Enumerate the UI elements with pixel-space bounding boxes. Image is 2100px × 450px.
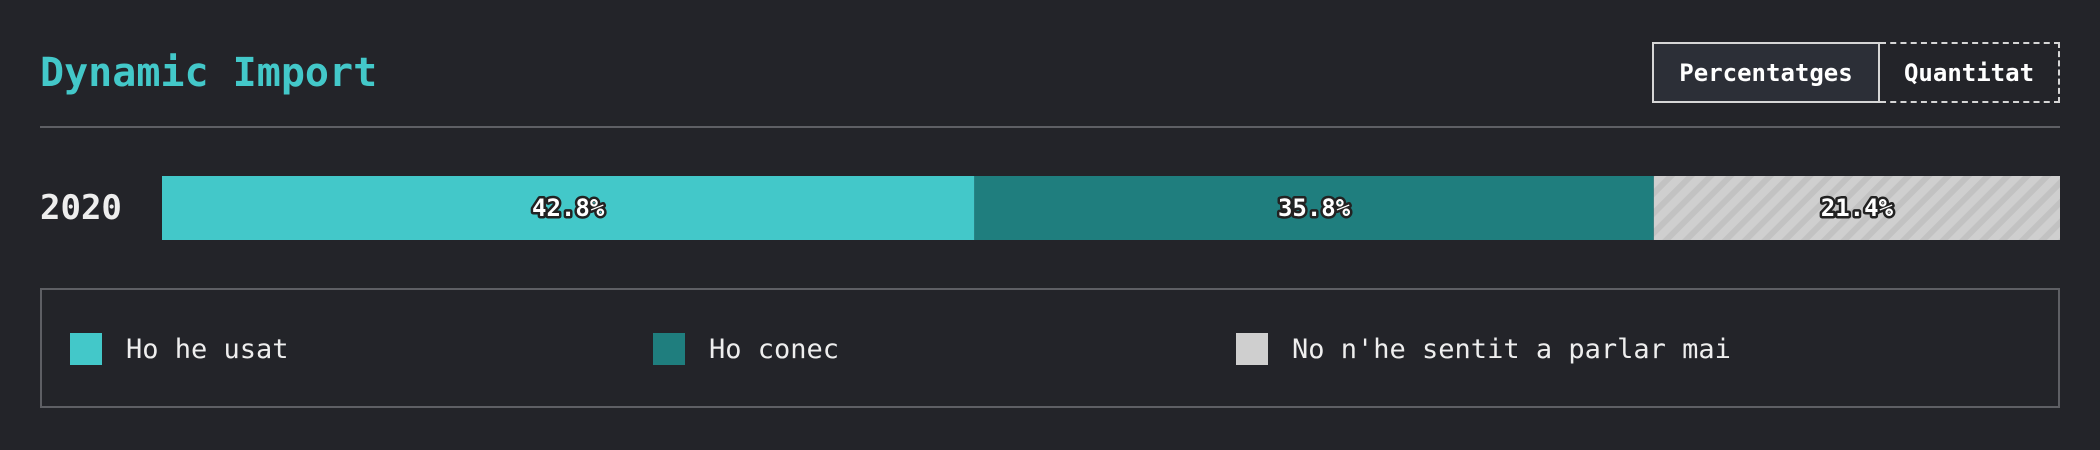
bar-value-label: 21.4% — [1821, 194, 1894, 222]
legend-label: No n'he sentit a parlar mai — [1292, 333, 1731, 365]
legend-swatch — [653, 333, 685, 365]
legend: Ho he usat Ho conec No n'he sentit a par… — [40, 288, 2060, 408]
percentages-button[interactable]: Percentatges — [1652, 42, 1880, 103]
bar-value-label: 42.8% — [532, 194, 605, 222]
bar-value-label: 35.8% — [1278, 194, 1351, 222]
units-toggle: Percentatges Quantitat — [1652, 42, 2060, 103]
quantity-button[interactable]: Quantitat — [1880, 42, 2060, 103]
legend-label: Ho he usat — [126, 333, 289, 365]
legend-label: Ho conec — [709, 333, 840, 365]
legend-item-known[interactable]: Ho conec — [653, 333, 839, 365]
category-label: 2020 — [40, 188, 122, 228]
legend-swatch — [1236, 333, 1268, 365]
header-divider — [40, 126, 2060, 128]
legend-item-never-heard[interactable]: No n'he sentit a parlar mai — [1236, 333, 1731, 365]
legend-swatch — [70, 333, 102, 365]
chart-title: Dynamic Import — [40, 50, 378, 96]
legend-item-used[interactable]: Ho he usat — [70, 333, 289, 365]
stacked-bar-chart: 42.8% 35.8% 21.4% — [162, 176, 2060, 240]
